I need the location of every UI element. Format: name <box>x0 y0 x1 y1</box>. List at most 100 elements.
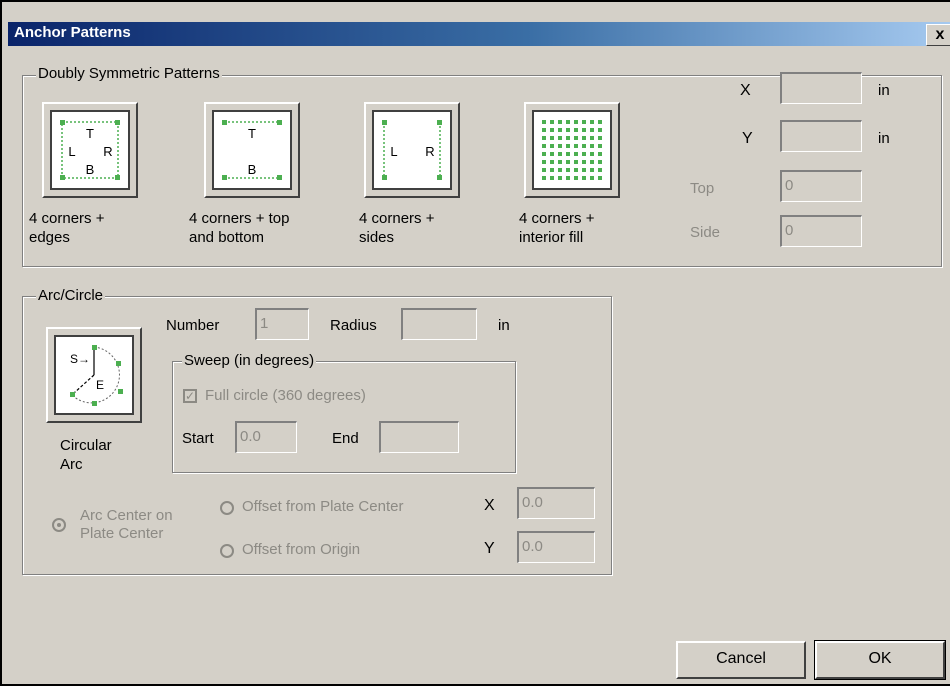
arc-end-letter: E <box>96 378 104 392</box>
fill-anchor-dot <box>566 176 570 180</box>
pattern-letter: L <box>68 144 75 159</box>
y-unit-label: in <box>878 130 890 147</box>
close-button[interactable]: x <box>926 24 950 46</box>
full-circle-checkbox[interactable]: ✓ <box>183 389 197 403</box>
fill-anchor-dot <box>566 152 570 156</box>
fill-anchor-dot <box>542 176 546 180</box>
fill-anchor-dot <box>558 168 562 172</box>
ok-button[interactable]: OK <box>814 640 946 680</box>
fill-anchor-dot <box>550 152 554 156</box>
fill-anchor-dot <box>590 136 594 140</box>
fill-anchor-dot <box>582 176 586 180</box>
fill-anchor-dot <box>566 168 570 172</box>
fill-anchor-dot <box>566 120 570 124</box>
offset-y-input[interactable]: 0.0 <box>517 531 595 563</box>
fill-anchor-dot <box>582 144 586 148</box>
radius-input[interactable] <box>401 308 477 340</box>
pattern-corners-sides-button[interactable]: L R <box>364 102 460 198</box>
fill-anchor-dot <box>574 120 578 124</box>
fill-anchor-dot <box>582 168 586 172</box>
fill-anchor-dot <box>582 136 586 140</box>
arc-circle-legend: Arc/Circle <box>36 287 106 304</box>
fill-anchor-dot <box>542 144 546 148</box>
pattern-corners-edges-button[interactable]: T L R B <box>42 102 138 198</box>
fill-anchor-dot <box>574 160 578 164</box>
fill-anchor-dot <box>566 160 570 164</box>
pattern-letter: B <box>86 162 95 177</box>
fill-anchor-dot <box>574 136 578 140</box>
fill-anchor-dot <box>566 136 570 140</box>
pattern-label: edges <box>29 229 70 246</box>
circular-arc-label: Arc <box>60 456 83 473</box>
arc-center-radio[interactable] <box>52 518 66 532</box>
fill-anchor-dot <box>590 160 594 164</box>
x-spacing-input[interactable] <box>780 72 862 104</box>
pattern-label: interior fill <box>519 229 584 246</box>
title-bar[interactable]: Anchor Patterns <box>8 22 950 46</box>
arc-center-label: Plate Center <box>80 525 164 542</box>
arc-center-label: Arc Center on <box>80 507 173 524</box>
corners-sides-icon: L R <box>372 110 452 190</box>
circular-arc-label: Circular <box>60 437 112 454</box>
number-label: Number <box>166 317 220 334</box>
fill-anchor-dot <box>598 176 602 180</box>
fill-anchor-dot <box>558 128 562 132</box>
fill-anchor-dot <box>582 160 586 164</box>
circular-arc-icon: S → E <box>54 335 134 415</box>
offset-plate-center-label: Offset from Plate Center <box>242 498 404 515</box>
cancel-button[interactable]: Cancel <box>676 641 806 679</box>
interior-fill-icon <box>532 110 612 190</box>
fill-anchor-dot <box>558 144 562 148</box>
fill-anchor-dot <box>598 160 602 164</box>
offset-x-input[interactable]: 0.0 <box>517 487 595 519</box>
fill-anchor-dot <box>582 128 586 132</box>
pattern-corners-top-bottom-button[interactable]: T B <box>204 102 300 198</box>
circular-arc-button[interactable]: S → E <box>46 327 142 423</box>
side-count-input[interactable]: 0 <box>780 215 862 247</box>
fill-anchor-dot <box>598 168 602 172</box>
fill-anchor-dot <box>550 136 554 140</box>
pattern-letter: R <box>103 144 112 159</box>
full-circle-label: Full circle (360 degrees) <box>205 387 366 404</box>
y-label: Y <box>742 130 753 147</box>
fill-anchor-dot <box>582 152 586 156</box>
offset-origin-radio[interactable] <box>220 544 234 558</box>
pattern-label: 4 corners + <box>359 210 435 227</box>
start-input[interactable]: 0.0 <box>235 421 297 453</box>
number-input[interactable]: 1 <box>255 308 309 340</box>
fill-anchor-dot <box>542 136 546 140</box>
fill-anchor-dot <box>542 120 546 124</box>
fill-anchor-dot <box>550 120 554 124</box>
fill-anchor-dot <box>590 168 594 172</box>
offset-y-label: Y <box>484 540 495 557</box>
fill-anchor-dot <box>590 152 594 156</box>
corners-edges-icon: T L R B <box>50 110 130 190</box>
pattern-letter: T <box>86 126 94 141</box>
pattern-interior-fill-button[interactable] <box>524 102 620 198</box>
fill-anchor-dot <box>574 168 578 172</box>
y-spacing-input[interactable] <box>780 120 862 152</box>
top-count-input[interactable]: 0 <box>780 170 862 202</box>
fill-anchor-dot <box>590 176 594 180</box>
anchor-patterns-dialog: Anchor Patterns x Doubly Symmetric Patte… <box>0 0 950 686</box>
radius-label: Radius <box>330 317 377 334</box>
fill-anchor-dot <box>598 152 602 156</box>
offset-plate-center-radio[interactable] <box>220 501 234 515</box>
x-label: X <box>740 82 751 99</box>
fill-anchor-dot <box>550 176 554 180</box>
fill-anchor-dot <box>558 160 562 164</box>
fill-anchor-dot <box>566 144 570 148</box>
fill-anchor-dot <box>598 128 602 132</box>
sweep-legend: Sweep (in degrees) <box>182 352 317 369</box>
fill-anchor-dot <box>590 128 594 132</box>
fill-anchor-dot <box>574 176 578 180</box>
arrow-glyph: → <box>78 352 90 366</box>
offset-x-label: X <box>484 497 495 514</box>
x-unit-label: in <box>878 82 890 99</box>
fill-anchor-dot <box>550 160 554 164</box>
fill-anchor-dot <box>574 128 578 132</box>
end-input[interactable] <box>379 421 459 453</box>
fill-anchor-dot <box>542 168 546 172</box>
fill-anchor-dot <box>598 144 602 148</box>
fill-anchor-dot <box>582 120 586 124</box>
